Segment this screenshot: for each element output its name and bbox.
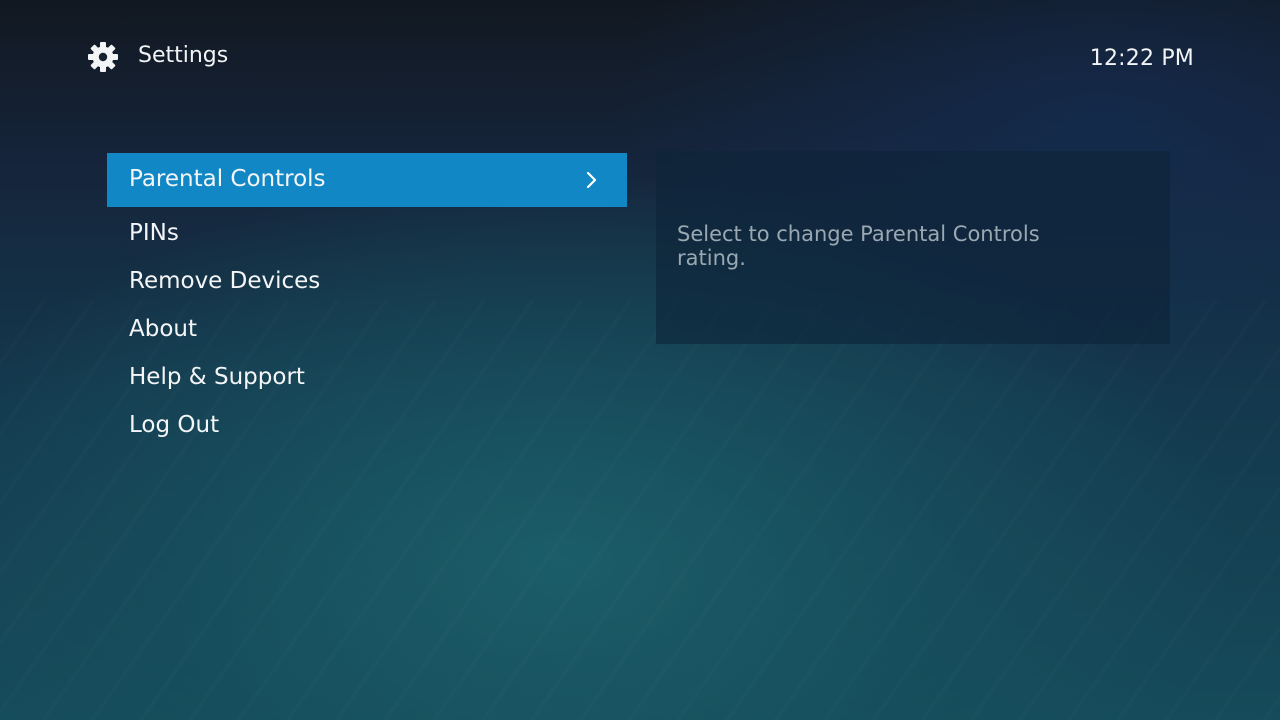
menu-item-label: About <box>129 316 198 342</box>
menu-item-remove-devices[interactable]: Remove Devices <box>107 255 627 303</box>
menu-item-label: Remove Devices <box>129 268 321 294</box>
menu-item-label: PINs <box>129 220 179 246</box>
menu-item-parental-controls[interactable]: Parental Controls <box>107 153 627 207</box>
description-panel: Select to change Parental Controls ratin… <box>656 151 1170 344</box>
clock: 12:22 PM <box>1089 46 1194 71</box>
gear-icon <box>88 42 118 72</box>
menu-item-label: Parental Controls <box>129 166 326 192</box>
settings-menu: Parental Controls PINs Remove Devices Ab… <box>107 153 627 447</box>
description-text: Select to change Parental Controls ratin… <box>677 222 1040 270</box>
chevron-right-icon <box>586 171 597 189</box>
menu-item-log-out[interactable]: Log Out <box>107 399 627 447</box>
menu-item-label: Log Out <box>129 412 220 438</box>
menu-item-help-support[interactable]: Help & Support <box>107 351 627 399</box>
menu-item-pins[interactable]: PINs <box>107 207 627 255</box>
page-title: Settings <box>138 43 229 68</box>
menu-item-label: Help & Support <box>129 364 305 390</box>
menu-item-about[interactable]: About <box>107 303 627 351</box>
